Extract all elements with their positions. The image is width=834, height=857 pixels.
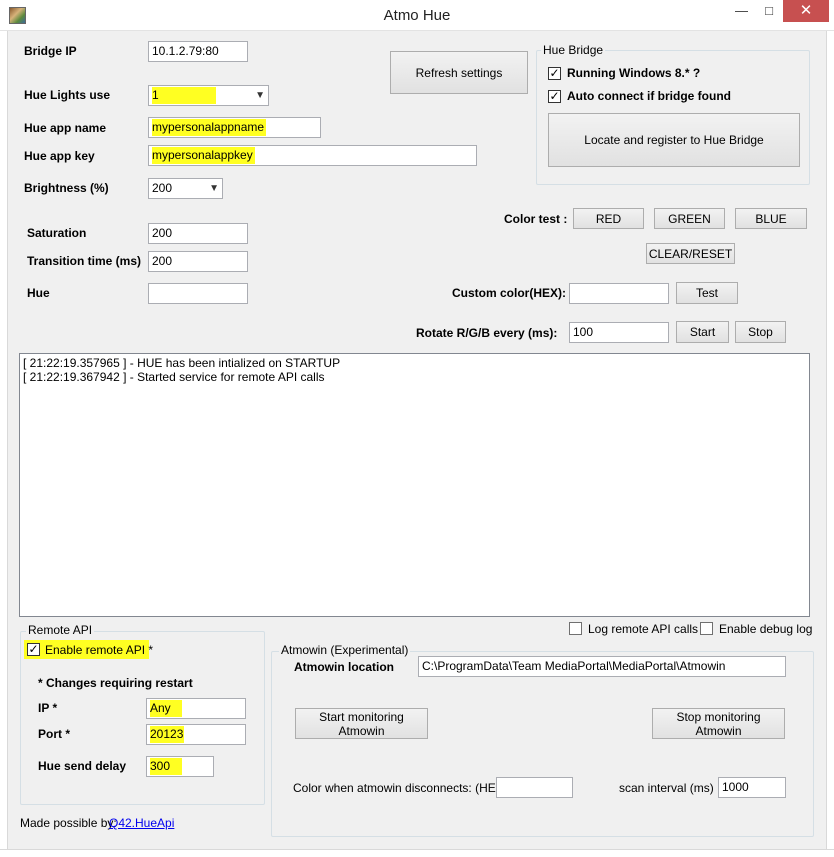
hue-input[interactable] (148, 283, 248, 304)
maximize-button[interactable]: □ (756, 0, 782, 22)
bridge-ip-input[interactable]: 10.1.2.79:80 (148, 41, 248, 62)
hue-lights-label: Hue Lights use (24, 88, 111, 102)
custom-color-label: Custom color(HEX): (452, 286, 566, 300)
disconnect-color-input[interactable] (496, 777, 573, 798)
stop-rotate-button[interactable]: Stop (735, 321, 786, 343)
minimize-button[interactable]: — (728, 0, 755, 22)
send-delay-value: 300 (150, 758, 182, 775)
brightness-value: 200 (152, 181, 173, 195)
ip-label: IP * (38, 701, 58, 715)
app-name-label: Hue app name (24, 121, 107, 135)
rotate-label: Rotate R/G/B every (ms): (416, 326, 558, 340)
debug-log-checkbox[interactable] (700, 622, 713, 635)
atmowin-group (271, 651, 814, 837)
app-key-label: Hue app key (24, 149, 95, 163)
transition-value: 200 (152, 254, 173, 268)
transition-input[interactable]: 200 (148, 251, 248, 272)
chevron-down-icon: ▼ (209, 183, 219, 194)
app-key-input[interactable]: mypersonalappkey (148, 145, 477, 166)
remote-api-group-title: Remote API (26, 623, 95, 637)
bridge-ip-value: 10.1.2.79:80 (152, 44, 219, 58)
scan-interval-input[interactable]: 1000 (718, 777, 786, 798)
debug-log-label: Enable debug log (719, 622, 813, 636)
refresh-settings-button[interactable]: Refresh settings (390, 51, 528, 94)
start-rotate-button[interactable]: Start (676, 321, 729, 343)
disconnect-color-label: Color when atmowin disconnects: (HEX): (293, 781, 512, 795)
running-windows-checkbox[interactable]: ✓ (548, 67, 561, 80)
atmowin-location-label: Atmowin location (294, 660, 394, 674)
window-frame-bottom (0, 849, 834, 857)
send-delay-input[interactable]: 300 (146, 756, 214, 777)
clear-reset-button[interactable]: CLEAR/RESET (646, 243, 735, 264)
hue-bridge-group-title: Hue Bridge (541, 43, 606, 57)
blue-button[interactable]: BLUE (735, 208, 807, 229)
auto-connect-checkbox[interactable]: ✓ (548, 90, 561, 103)
atmowin-group-title: Atmowin (Experimental) (279, 643, 411, 657)
made-by-label: Made possible by: (20, 816, 117, 830)
app-name-value: mypersonalappname (152, 119, 267, 136)
port-label: Port * (38, 727, 71, 741)
scan-interval-value: 1000 (722, 780, 749, 794)
log-line: [ 21:22:19.367942 ] - Started service fo… (23, 370, 325, 384)
changes-note: * Changes requiring restart (38, 676, 193, 690)
ip-input[interactable]: Any (146, 698, 246, 719)
saturation-label: Saturation (27, 226, 87, 240)
transition-label: Transition time (ms) (27, 254, 142, 268)
brightness-select[interactable]: 200 ▼ (148, 178, 223, 199)
stop-monitoring-button[interactable]: Stop monitoring Atmowin (652, 708, 785, 739)
saturation-input[interactable]: 200 (148, 223, 248, 244)
window-frame-right (826, 31, 834, 857)
app-key-value: mypersonalappkey (152, 147, 255, 164)
rotate-input[interactable]: 100 (569, 322, 669, 343)
window-title: Atmo Hue (383, 7, 451, 24)
locate-bridge-button[interactable]: Locate and register to Hue Bridge (548, 113, 800, 167)
rotate-value: 100 (573, 325, 594, 339)
hue-lights-value: 1 (152, 87, 216, 104)
window-frame-left (0, 31, 8, 857)
bridge-ip-label: Bridge IP (24, 44, 77, 58)
port-input[interactable]: 20123 (146, 724, 246, 745)
app-name-input[interactable]: mypersonalappname (148, 117, 321, 138)
log-line: [ 21:22:19.357965 ] - HUE has been intia… (23, 356, 341, 370)
saturation-value: 200 (152, 226, 173, 240)
running-windows-label: Running Windows 8.* ? (567, 66, 701, 80)
color-test-label: Color test : (504, 212, 568, 226)
send-delay-label: Hue send delay (38, 759, 127, 773)
red-button[interactable]: RED (573, 208, 644, 229)
hue-label: Hue (27, 286, 50, 300)
auto-connect-label: Auto connect if bridge found (567, 89, 731, 103)
chevron-down-icon: ▼ (255, 90, 265, 101)
close-button[interactable]: ✕ (783, 0, 829, 22)
hue-lights-select[interactable]: 1 ▼ (148, 85, 269, 106)
enable-remote-label: Enable remote API * (45, 643, 154, 657)
brightness-label: Brightness (%) (24, 181, 109, 195)
port-value: 20123 (150, 726, 184, 743)
green-button[interactable]: GREEN (654, 208, 725, 229)
log-textarea[interactable]: [ 21:22:19.357965 ] - HUE has been intia… (19, 353, 810, 617)
scan-interval-label: scan interval (ms) (619, 781, 714, 795)
atmowin-location-input[interactable]: C:\ProgramData\Team MediaPortal\MediaPor… (418, 656, 786, 677)
enable-remote-checkbox[interactable]: ✓ (27, 643, 40, 656)
custom-color-input[interactable] (569, 283, 669, 304)
test-button[interactable]: Test (676, 282, 738, 304)
log-remote-label: Log remote API calls (588, 622, 699, 636)
ip-value: Any (150, 700, 182, 717)
start-monitoring-button[interactable]: Start monitoring Atmowin (295, 708, 428, 739)
hueapi-link[interactable]: Q42.HueApi (109, 816, 174, 830)
atmowin-location-value: C:\ProgramData\Team MediaPortal\MediaPor… (422, 659, 726, 673)
log-remote-checkbox[interactable] (569, 622, 582, 635)
